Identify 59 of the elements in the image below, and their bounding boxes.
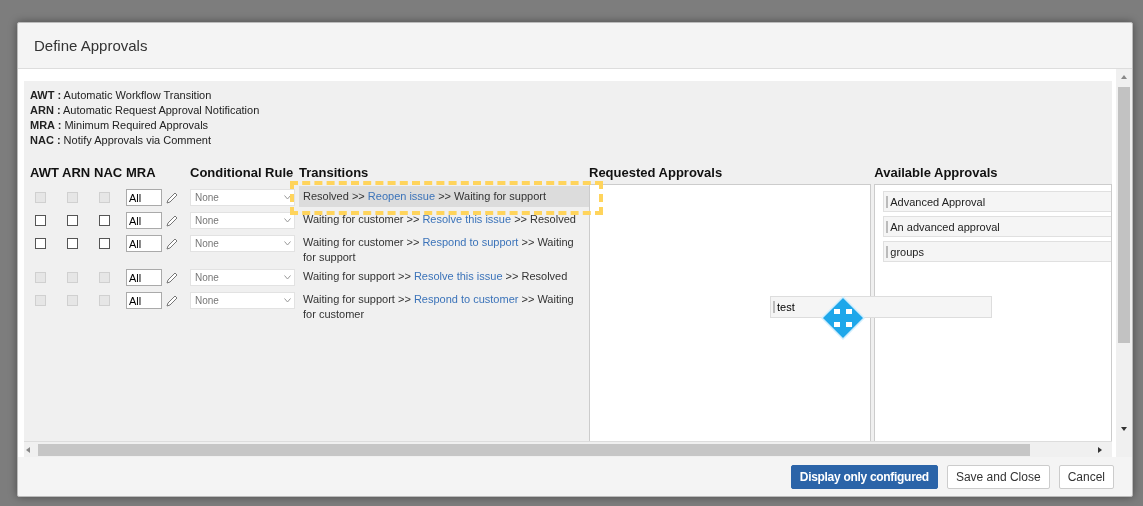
rule-dropdown[interactable]: None [190, 235, 295, 252]
column-header: Conditional Rule [190, 164, 295, 182]
checkbox[interactable] [35, 215, 46, 226]
action-link[interactable]: Resolve this issue [422, 213, 512, 225]
mra-input[interactable]: All [126, 212, 162, 229]
scroll-down-icon[interactable] [1120, 425, 1128, 433]
checkbox[interactable] [67, 238, 78, 249]
pencil-icon[interactable] [166, 215, 178, 227]
scroll-up-icon[interactable] [1120, 73, 1128, 81]
drag-handle-icon [886, 220, 889, 233]
drag-handle-icon [886, 195, 889, 208]
checkbox[interactable] [99, 238, 110, 249]
chevron-down-icon [284, 241, 291, 246]
dialog-title: Define Approvals [34, 37, 148, 54]
column-header: MRA [126, 164, 157, 182]
checkbox[interactable] [99, 215, 110, 226]
action-link[interactable]: Respond to support [422, 236, 519, 248]
scroll-left-icon[interactable] [24, 445, 32, 454]
dialog-button[interactable]: Save and Close [946, 465, 1050, 489]
drag-handle-icon [773, 301, 775, 313]
legend-text: AWT : Automatic Workflow Transition [30, 88, 213, 103]
pencil-icon[interactable] [166, 272, 178, 284]
horizontal-scrollbar[interactable] [24, 441, 1112, 457]
checkbox[interactable] [67, 215, 78, 226]
legend-text: NAC : Notify Approvals via Comment [30, 133, 212, 148]
rule-dropdown[interactable]: None [190, 212, 295, 229]
approval-label: An advanced approval [890, 220, 1000, 233]
chevron-down-icon [284, 298, 291, 303]
column-header: ARN [62, 164, 92, 182]
scroll-right-icon[interactable] [1096, 445, 1104, 454]
move-icon [820, 295, 866, 341]
column-header: NAC [94, 164, 124, 182]
checkbox[interactable] [35, 238, 46, 249]
drag-handle-icon [886, 245, 889, 258]
approval-label: test [777, 301, 795, 313]
pencil-icon[interactable] [166, 192, 178, 204]
chevron-down-icon [284, 195, 291, 200]
transition-text[interactable]: Waiting for customer >> Resolve this issue >> Resolved [299, 212, 589, 227]
column-header: Available Approvals [874, 164, 999, 182]
legend-text: ARN : Automatic Request Approval Notification [30, 103, 261, 118]
vertical-scrollbar[interactable] [1116, 69, 1132, 457]
approval-label: groups [890, 245, 924, 258]
column-header: Requested Approvals [589, 164, 724, 182]
dialog-button[interactable]: Display only configured [790, 465, 938, 489]
chevron-down-icon [284, 275, 291, 280]
pencil-icon[interactable] [166, 295, 178, 307]
approval-item[interactable]: Advanced Approval [883, 191, 1111, 212]
approval-label: Advanced Approval [890, 195, 986, 208]
transition-text[interactable]: Waiting for customer >> Respond to support >> Waiting for support [299, 235, 589, 265]
chevron-down-icon [284, 218, 291, 223]
dragged-item[interactable]: test [770, 296, 992, 318]
column-header: AWT [30, 164, 60, 182]
dialog-button[interactable]: Cancel [1058, 465, 1114, 489]
approval-item[interactable]: groups [883, 241, 1111, 262]
mra-input[interactable]: All [126, 235, 162, 252]
approval-item[interactable]: An advanced approval [883, 216, 1111, 237]
pencil-icon[interactable] [166, 238, 178, 250]
column-header: Transitions [299, 164, 370, 182]
legend-text: MRA : Minimum Required Approvals [30, 118, 210, 133]
